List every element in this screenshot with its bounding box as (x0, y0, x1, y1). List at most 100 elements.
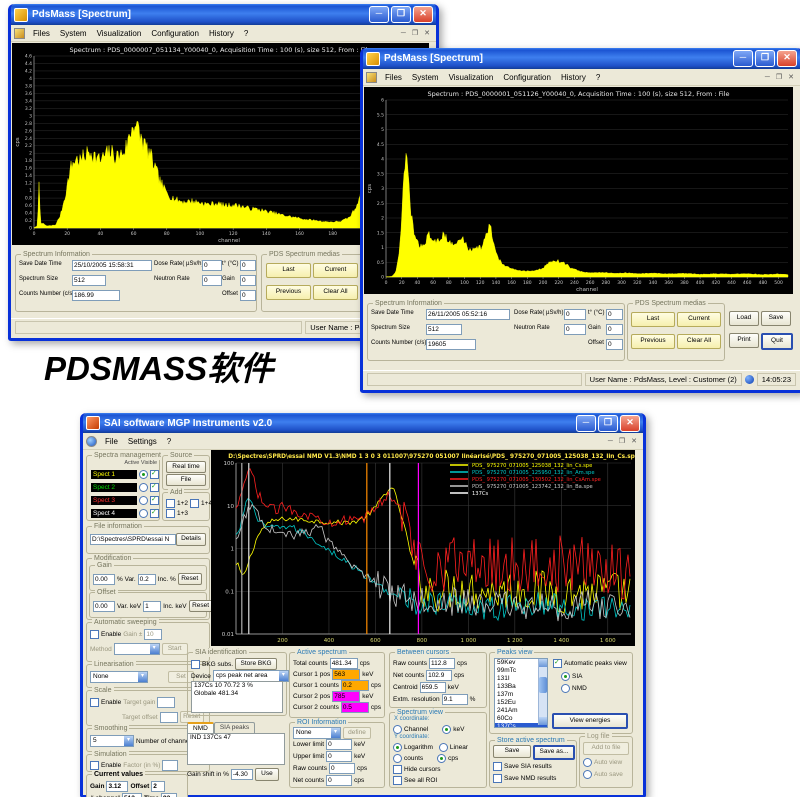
load-button[interactable]: Load (729, 311, 759, 326)
use-button[interactable]: Use (255, 768, 279, 781)
save-button[interactable]: Save (761, 311, 791, 326)
sia-results-list[interactable]: 137Cs 10 70.72 3 % Globale 481.34 (191, 681, 283, 713)
target-gain-field[interactable] (157, 697, 175, 708)
menu-configuration[interactable]: Configuration (498, 72, 556, 83)
mdi-close-icon[interactable]: ✕ (785, 73, 797, 81)
sweeping-enable-checkbox[interactable] (90, 630, 99, 639)
spectrum-size-field[interactable]: 512 (72, 275, 106, 286)
file-path-field[interactable]: D:\Spectres\SPRD\essai N (90, 534, 176, 545)
last-button[interactable]: Last (631, 312, 675, 327)
peaks-scrollbar[interactable] (538, 659, 547, 725)
upper-limit-value[interactable]: 0 (326, 751, 352, 762)
menu-system[interactable]: System (55, 28, 92, 39)
multi-spectrum-plot[interactable]: D:\Spectres\SPRD\essai NMD V1.3\NMD 1 3 … (211, 450, 635, 646)
gain-var-spinner[interactable]: 0.00 (93, 574, 115, 585)
save-nmd-results-checkbox[interactable] (493, 774, 502, 783)
offset-field[interactable]: 0 (606, 339, 623, 350)
bkg-subs-checkbox[interactable] (191, 660, 200, 669)
mdi-minimize-icon[interactable]: ─ (605, 438, 616, 445)
offset-inc-field[interactable]: 1 (143, 601, 161, 612)
neutron-rate-field[interactable]: 0 (202, 275, 222, 286)
clear-all-button[interactable]: Clear All (677, 334, 721, 349)
mdi-restore-icon[interactable]: ❐ (616, 437, 628, 445)
gain-field[interactable]: 0 (240, 275, 256, 286)
close-button[interactable]: ✕ (777, 50, 797, 67)
file-button[interactable]: File (166, 474, 206, 486)
offset-reset-button[interactable]: Reset (189, 600, 213, 612)
neutron-rate-field[interactable]: 0 (564, 324, 586, 335)
cps-radio[interactable] (437, 754, 446, 763)
temperature-field[interactable]: 0 (240, 260, 256, 271)
menu-file[interactable]: File (100, 436, 123, 447)
view-energies-button[interactable]: View energies (552, 713, 628, 729)
menu-visualization[interactable]: Visualization (444, 72, 499, 83)
previous-button[interactable]: Previous (631, 334, 675, 349)
spect2-visible-checkbox[interactable] (150, 483, 159, 492)
sweeping-method-dropdown[interactable] (114, 643, 160, 655)
spect4-active-radio[interactable] (139, 509, 148, 518)
automatic-peaks-checkbox[interactable] (553, 659, 562, 668)
offset-field[interactable]: 0 (240, 290, 256, 301)
sia-radio[interactable] (561, 672, 570, 681)
save-date-field[interactable]: 25/10/2005 15:58:31 (72, 260, 152, 271)
dose-rate-field[interactable]: 0 (564, 309, 586, 320)
menu-files[interactable]: Files (28, 28, 55, 39)
linearisation-dropdown[interactable]: None (90, 671, 148, 683)
sweeping-start-button[interactable]: Start (162, 643, 188, 655)
mdi-close-icon[interactable]: ✕ (628, 437, 640, 445)
previous-button[interactable]: Previous (266, 285, 311, 300)
last-button[interactable]: Last (266, 263, 311, 278)
menu-settings[interactable]: Settings (123, 436, 162, 447)
minimize-button[interactable]: ─ (576, 415, 596, 432)
kev-radio[interactable] (442, 725, 451, 734)
close-button[interactable]: ✕ (620, 415, 640, 432)
add-1plus2-checkbox[interactable] (166, 499, 175, 508)
channel-radio[interactable] (393, 725, 402, 734)
scale-enable-checkbox[interactable] (90, 698, 99, 707)
add-1plus4-checkbox[interactable] (190, 499, 199, 508)
temperature-field[interactable]: 0 (606, 309, 623, 320)
menu-help[interactable]: ? (591, 72, 605, 83)
mdi-restore-icon[interactable]: ❐ (409, 29, 421, 37)
logarithm-radio[interactable] (393, 743, 402, 752)
details-button[interactable]: Details (176, 533, 206, 546)
gain-inc-field[interactable]: 0.2 (138, 574, 156, 585)
spect1-visible-checkbox[interactable] (150, 470, 159, 479)
save-date-field[interactable]: 26/11/2005 05:52:16 (426, 309, 510, 320)
maximize-button[interactable]: ❐ (755, 50, 775, 67)
roi-dropdown[interactable]: None (293, 727, 341, 739)
offset-var-spinner[interactable]: 0.00 (93, 601, 115, 612)
spect3-visible-checkbox[interactable] (150, 496, 159, 505)
smoothing-dropdown[interactable]: 5 (90, 735, 134, 747)
roi-define-button[interactable]: define (343, 727, 371, 739)
menu-system[interactable]: System (407, 72, 444, 83)
store-save-as-button[interactable]: Save as... (533, 745, 575, 760)
mdi-close-icon[interactable]: ✕ (421, 29, 433, 37)
lower-limit-value[interactable]: 0 (326, 739, 352, 750)
spect2-active-radio[interactable] (139, 483, 148, 492)
hide-cursors-checkbox[interactable] (393, 765, 402, 774)
real-time-button[interactable]: Real time (166, 461, 206, 473)
tab-sia-peaks[interactable]: SIA peaks (214, 722, 255, 733)
titlebar[interactable]: PdsMass [Spectrum] ─ ❐ ✕ (363, 48, 800, 69)
minimize-button[interactable]: ─ (369, 6, 389, 23)
simulation-enable-checkbox[interactable] (90, 761, 99, 770)
add-1plus3-checkbox[interactable] (166, 509, 175, 518)
current-button[interactable]: Current (677, 312, 721, 327)
maximize-button[interactable]: ❐ (391, 6, 411, 23)
counts-radio[interactable] (393, 754, 402, 763)
spectrum-size-field[interactable]: 512 (426, 324, 462, 335)
mdi-restore-icon[interactable]: ❐ (773, 73, 785, 81)
gain-field[interactable]: 0 (606, 324, 623, 335)
clear-all-button[interactable]: Clear All (313, 285, 358, 300)
gain-shift-field[interactable]: -4.30 (231, 769, 253, 780)
maximize-button[interactable]: ❐ (598, 415, 618, 432)
menu-history[interactable]: History (204, 28, 239, 39)
auto-view-radio[interactable] (583, 758, 592, 767)
quit-button[interactable]: Quit (761, 333, 793, 350)
spect1-active-radio[interactable] (139, 470, 148, 479)
mdi-minimize-icon[interactable]: ─ (398, 30, 409, 37)
auto-save-radio[interactable] (583, 770, 592, 779)
see-all-roi-checkbox[interactable] (393, 776, 402, 785)
menu-history[interactable]: History (556, 72, 591, 83)
